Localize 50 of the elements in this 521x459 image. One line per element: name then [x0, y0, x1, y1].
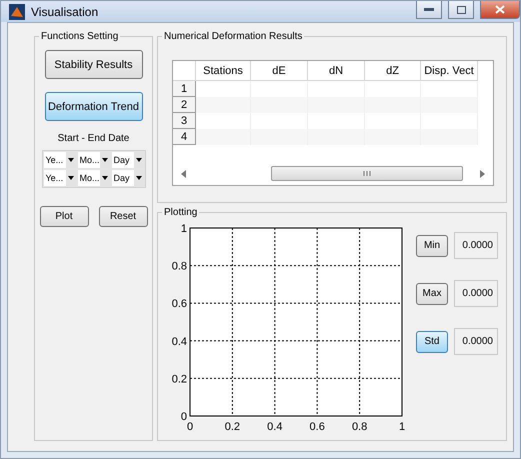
date-dropdown[interactable]: Mo... — [76, 151, 110, 169]
date-label: Start - End Date — [58, 133, 130, 144]
scroll-left-icon[interactable] — [181, 170, 187, 178]
x-tick-label: 0.6 — [310, 421, 325, 433]
y-tick-label: 0.6 — [172, 298, 187, 310]
grip-icon — [363, 171, 371, 176]
minimize-button[interactable] — [416, 1, 442, 19]
app-icon — [9, 4, 25, 20]
function-button[interactable]: Stability Results — [44, 50, 142, 79]
x-tick-label: 0.4 — [267, 421, 282, 433]
table-cell[interactable] — [196, 129, 251, 145]
panel-title: Functions Setting — [40, 31, 120, 42]
x-tick-label: 0.8 — [352, 421, 368, 433]
row-header: 4 — [173, 129, 196, 145]
date-dropdown[interactable]: Mo... — [76, 169, 110, 187]
x-tick-label: 0 — [186, 421, 194, 433]
y-tick-label: 0 — [180, 411, 187, 423]
maximize-button[interactable] — [448, 1, 474, 19]
stat-button[interactable]: Std — [416, 330, 448, 352]
date-dropdown[interactable]: Ye... — [42, 151, 76, 169]
window-title: Visualisation — [31, 4, 100, 18]
scrollbar-thumb[interactable] — [271, 166, 463, 181]
row-header: 1 — [173, 81, 196, 97]
y-tick-label: 0.8 — [172, 260, 187, 273]
x-tick-label: 1 — [398, 421, 406, 433]
stat-value: 0.0000 — [454, 328, 498, 355]
stat-button[interactable]: Min — [416, 234, 448, 256]
stat-button[interactable]: Max — [416, 282, 448, 304]
row-header: 3 — [173, 113, 196, 129]
close-button[interactable] — [480, 1, 520, 19]
maximize-icon — [456, 6, 466, 14]
y-tick-label: 0.2 — [172, 373, 187, 386]
panel-title: Numerical Deformation Results — [163, 31, 304, 42]
minimize-icon — [424, 8, 434, 12]
action-button[interactable]: Plot — [40, 206, 88, 227]
y-tick-label: 1 — [180, 223, 187, 235]
table-cell[interactable] — [196, 97, 251, 113]
x-tick-label: 0.2 — [224, 421, 240, 433]
panel-title: Plotting — [163, 207, 198, 218]
y-tick-label: 0.4 — [172, 336, 187, 348]
action-button[interactable]: Reset — [98, 206, 148, 227]
stat-value: 0.0000 — [454, 280, 498, 307]
date-dropdown[interactable]: Ye... — [42, 169, 76, 187]
date-dropdown[interactable]: Day — [110, 151, 144, 169]
function-button[interactable]: Deformation Trend — [44, 92, 142, 121]
stat-value: 0.0000 — [454, 232, 498, 259]
row-header: 2 — [173, 97, 196, 113]
date-dropdown[interactable]: Day — [110, 169, 144, 187]
scroll-right-icon[interactable] — [479, 170, 485, 178]
close-icon — [495, 5, 505, 14]
